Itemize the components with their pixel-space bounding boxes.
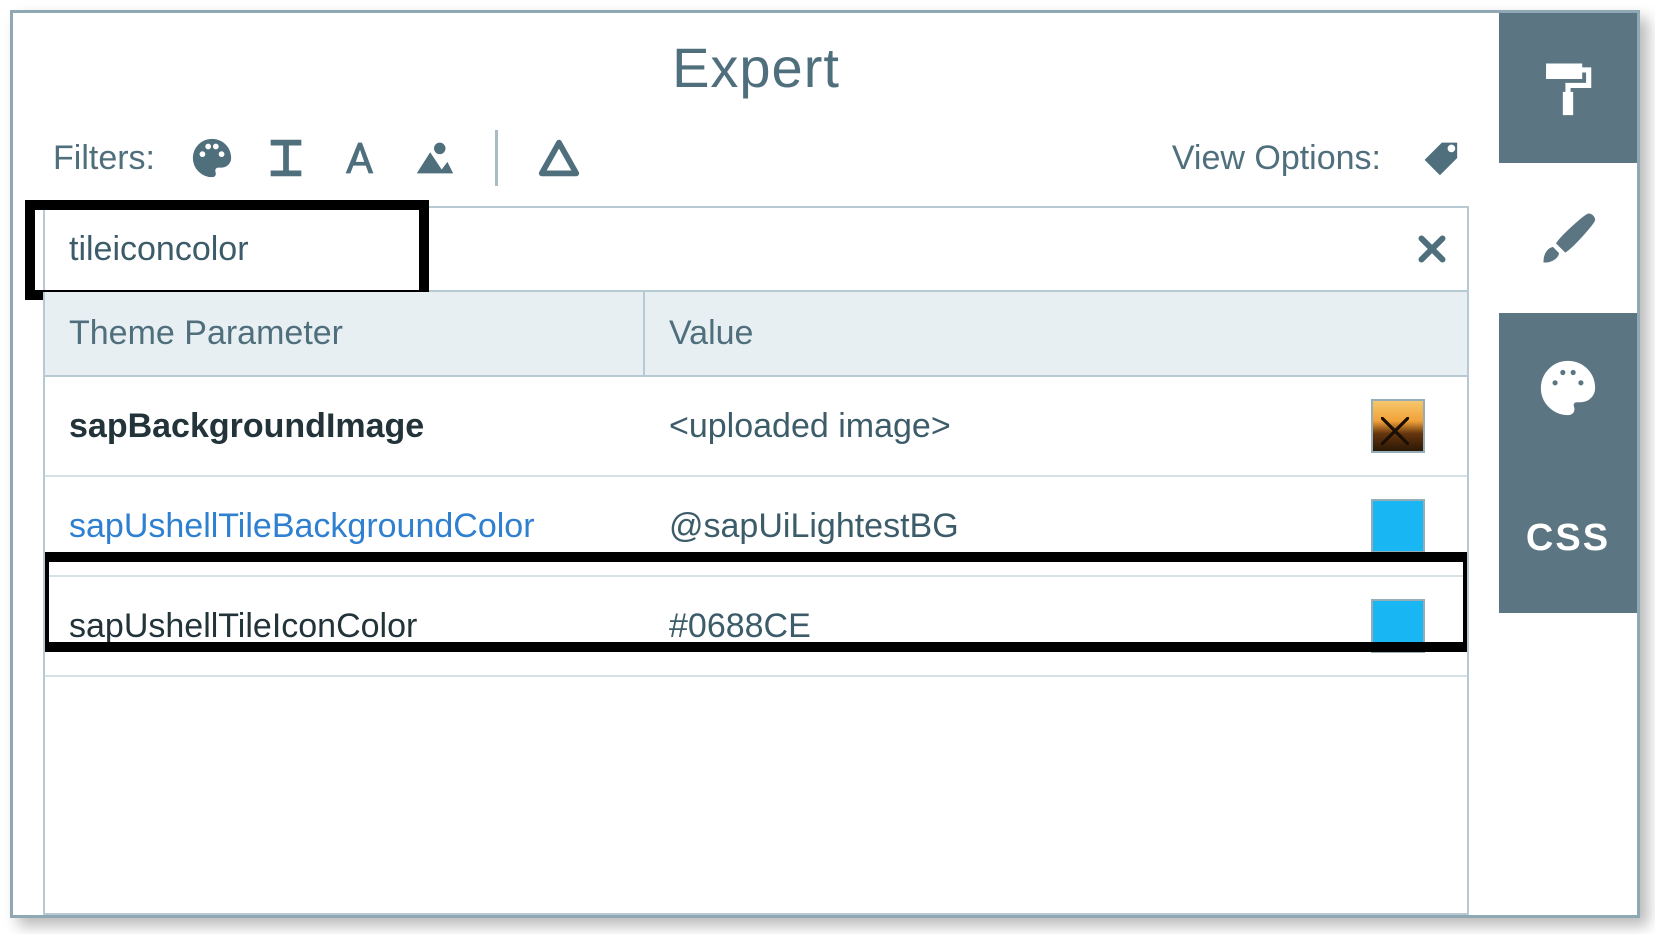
panel-title: Expert <box>13 35 1499 100</box>
table-row[interactable]: sapUshellTileBackgroundColor @sapUiLighte… <box>45 477 1467 577</box>
header-value: Value <box>645 292 1467 375</box>
filter-toolbar: Filters: View Options: <box>13 130 1499 206</box>
palette-tool-button[interactable] <box>1499 313 1637 463</box>
param-value: @sapUiLightestBG <box>645 477 1467 575</box>
image-filter-icon[interactable] <box>409 133 459 183</box>
table-header: Theme Parameter Value <box>45 292 1467 377</box>
parameter-table: Theme Parameter Value sapBackgroundImage… <box>43 292 1469 915</box>
table-row[interactable]: sapUshellTileIconColor #0688CE <box>45 577 1467 677</box>
roller-tool-button[interactable] <box>1499 13 1637 163</box>
dimension-filter-icon[interactable] <box>261 133 311 183</box>
brush-tool-button[interactable] <box>1499 163 1637 313</box>
tag-view-icon[interactable] <box>1413 133 1463 183</box>
param-name: sapUshellTileBackgroundColor <box>45 485 645 568</box>
value-text: @sapUiLightestBG <box>669 507 1371 546</box>
color-swatch[interactable] <box>1371 499 1425 553</box>
header-theme-parameter: Theme Parameter <box>45 292 645 375</box>
main-area: Expert Filters: View Options: <box>13 13 1499 915</box>
value-text: <uploaded image> <box>669 407 1371 446</box>
expert-panel: Expert Filters: View Options: <box>10 10 1640 918</box>
filters-label: Filters: <box>53 139 155 178</box>
toolbar-separator <box>495 130 498 186</box>
css-tool-button[interactable]: CSS <box>1499 463 1637 613</box>
font-filter-icon[interactable] <box>335 133 385 183</box>
view-options-label: View Options: <box>1172 139 1381 178</box>
param-name: sapUshellTileIconColor <box>45 585 645 668</box>
image-swatch[interactable] <box>1371 399 1425 453</box>
clear-search-icon[interactable] <box>1397 208 1467 290</box>
delta-filter-icon[interactable] <box>534 133 584 183</box>
search-input[interactable] <box>45 208 1397 290</box>
table-row[interactable]: sapBackgroundImage <uploaded image> <box>45 377 1467 477</box>
palette-filter-icon[interactable] <box>187 133 237 183</box>
color-swatch[interactable] <box>1371 599 1425 653</box>
param-value: #0688CE <box>645 577 1467 675</box>
value-text: #0688CE <box>669 607 1371 646</box>
search-field-container <box>43 206 1469 292</box>
right-sidebar: CSS <box>1499 13 1637 915</box>
param-name: sapBackgroundImage <box>45 385 645 468</box>
param-value: <uploaded image> <box>645 377 1467 475</box>
